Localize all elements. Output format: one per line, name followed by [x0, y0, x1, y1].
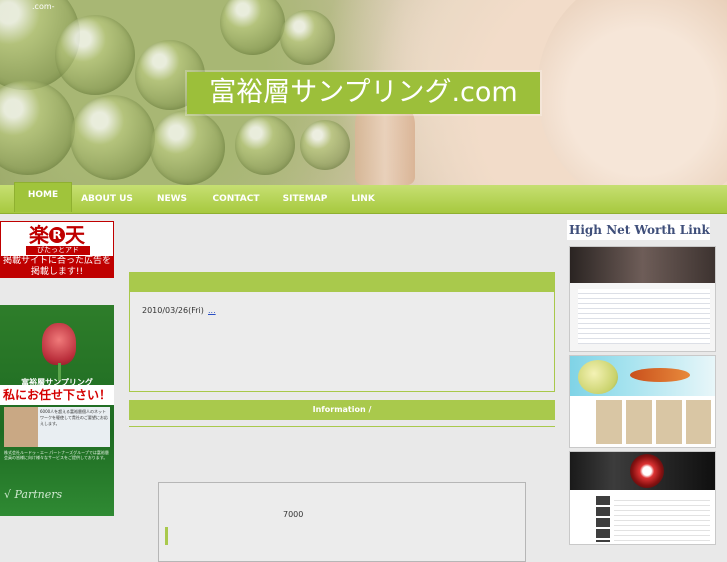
- main-nav: HOME ABOUT US NEWS CONTACT SITEMAP LINK: [0, 182, 727, 214]
- header-face-image: [537, 0, 727, 185]
- header-bubble: [300, 120, 350, 170]
- lower-content-box: [158, 482, 526, 562]
- header-bubble: [280, 10, 335, 65]
- header-bubble: [0, 80, 75, 175]
- news-box-header: [130, 273, 554, 292]
- link-thumbnail-1[interactable]: [569, 246, 716, 352]
- site-title[interactable]: 富裕層サンプリング.com: [187, 72, 540, 114]
- nav-home[interactable]: HOME: [14, 182, 72, 212]
- site-header: .com- 富裕層サンプリング.com: [0, 0, 727, 185]
- rakuten-r-icon: R: [49, 227, 65, 243]
- thumbnail-2-fish-image: [630, 368, 690, 382]
- high-net-worth-link-title[interactable]: High Net Worth Link: [567, 220, 710, 240]
- nav-contact[interactable]: CONTACT: [208, 185, 264, 213]
- link-thumbnail-2[interactable]: [569, 355, 716, 448]
- thumbnail-3-sidebar: [596, 496, 610, 542]
- header-corner-text: .com-: [32, 2, 55, 11]
- rakuten-sub-label: ぴたっとアド: [26, 246, 90, 255]
- information-divider: [129, 426, 555, 427]
- news-date: 2010/03/26(Fri): [142, 306, 204, 315]
- thumbnail-3-body: [614, 496, 710, 542]
- nav-about-us[interactable]: ABOUT US: [78, 185, 136, 213]
- partners-photo-text: 6000人を超える富裕層個人のネットワークを駆使して貴社のご要望にお応えします。: [40, 409, 108, 426]
- header-bubble: [220, 0, 285, 55]
- rakuten-logo-left: 楽: [29, 223, 49, 247]
- nav-sitemap[interactable]: SITEMAP: [278, 185, 332, 213]
- partners-brand-logo: √ Partners: [4, 488, 63, 501]
- header-bubble: [150, 110, 225, 185]
- link-thumbnail-3[interactable]: [569, 451, 716, 545]
- protea-flower-image: [42, 323, 76, 365]
- header-bubble: [55, 15, 135, 95]
- nav-news[interactable]: NEWS: [150, 185, 194, 213]
- thumbnail-1-header: [570, 247, 715, 283]
- header-bubble: [235, 115, 295, 175]
- counter-number: 7000: [283, 510, 304, 519]
- rakuten-logo-right: 天: [65, 223, 85, 247]
- green-marker: [165, 527, 168, 545]
- news-box: 2010/03/26(Fri) ...: [129, 272, 555, 392]
- thumbnail-3-ring-image: [630, 454, 664, 488]
- thumbnail-1-body: [578, 289, 710, 344]
- header-bubble: [70, 95, 155, 180]
- rakuten-ad-banner[interactable]: 楽R天 ぴたっとアド 掲載サイトに合った広告を掲載します!!: [0, 221, 114, 278]
- news-link[interactable]: ...: [208, 306, 216, 315]
- partners-banner-catch: 私にお任せ下さい！: [0, 385, 114, 405]
- thumbnail-2-body: [596, 400, 711, 444]
- partners-banner[interactable]: 富裕層サンプリング 私にお任せ下さい！ 6000人を超える富裕層個人のネットワー…: [0, 305, 114, 516]
- information-bar: Information /: [129, 400, 555, 420]
- rakuten-ad-text: 掲載サイトに合った広告を掲載します!!: [1, 256, 113, 278]
- nav-link[interactable]: LINK: [346, 185, 380, 213]
- partners-small-text: 株式会社ルードゥ・エー パートナーズグループでは富裕層会員の皆様に向け様々なサー…: [4, 450, 109, 460]
- thumbnail-2-ball-image: [578, 360, 618, 394]
